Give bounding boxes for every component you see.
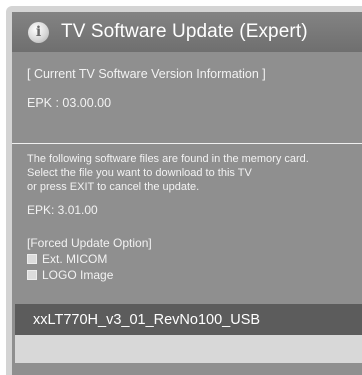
logo-image-checkbox[interactable] [27,269,37,280]
found-message-line-3: or press EXIT to cancel the update. [27,181,200,193]
current-version-section: [ Current TV Software Version Informatio… [12,52,362,135]
option-ext-micom[interactable]: Ext. MICOM [27,251,362,266]
info-icon: i [28,21,49,43]
dialog-title-bar: i TV Software Update (Expert) [12,12,362,52]
ext-micom-checkbox[interactable] [27,253,37,264]
current-version-heading: [ Current TV Software Version Informatio… [27,67,266,81]
current-epk-version: EPK : 03.00.00 [27,96,112,110]
logo-image-label: LOGO Image [42,267,114,282]
found-files-section: The following software files are found i… [12,144,362,282]
found-message-line-2: Select the file you want to download to … [27,167,252,179]
found-epk-version: EPK: 3.01.00 [27,203,98,217]
dialog-title: TV Software Update (Expert) [61,21,308,42]
file-name: xxLT770H_v3_01_RevNo100_USB [33,311,261,328]
option-logo-image[interactable]: LOGO Image [27,267,362,282]
file-list-empty-area [15,335,362,363]
ext-micom-label: Ext. MICOM [42,251,108,266]
found-message-line-1: The following software files are found i… [27,153,309,165]
file-list-item[interactable]: xxLT770H_v3_01_RevNo100_USB [15,304,362,335]
forced-update-heading: [Forced Update Option] [27,236,152,250]
